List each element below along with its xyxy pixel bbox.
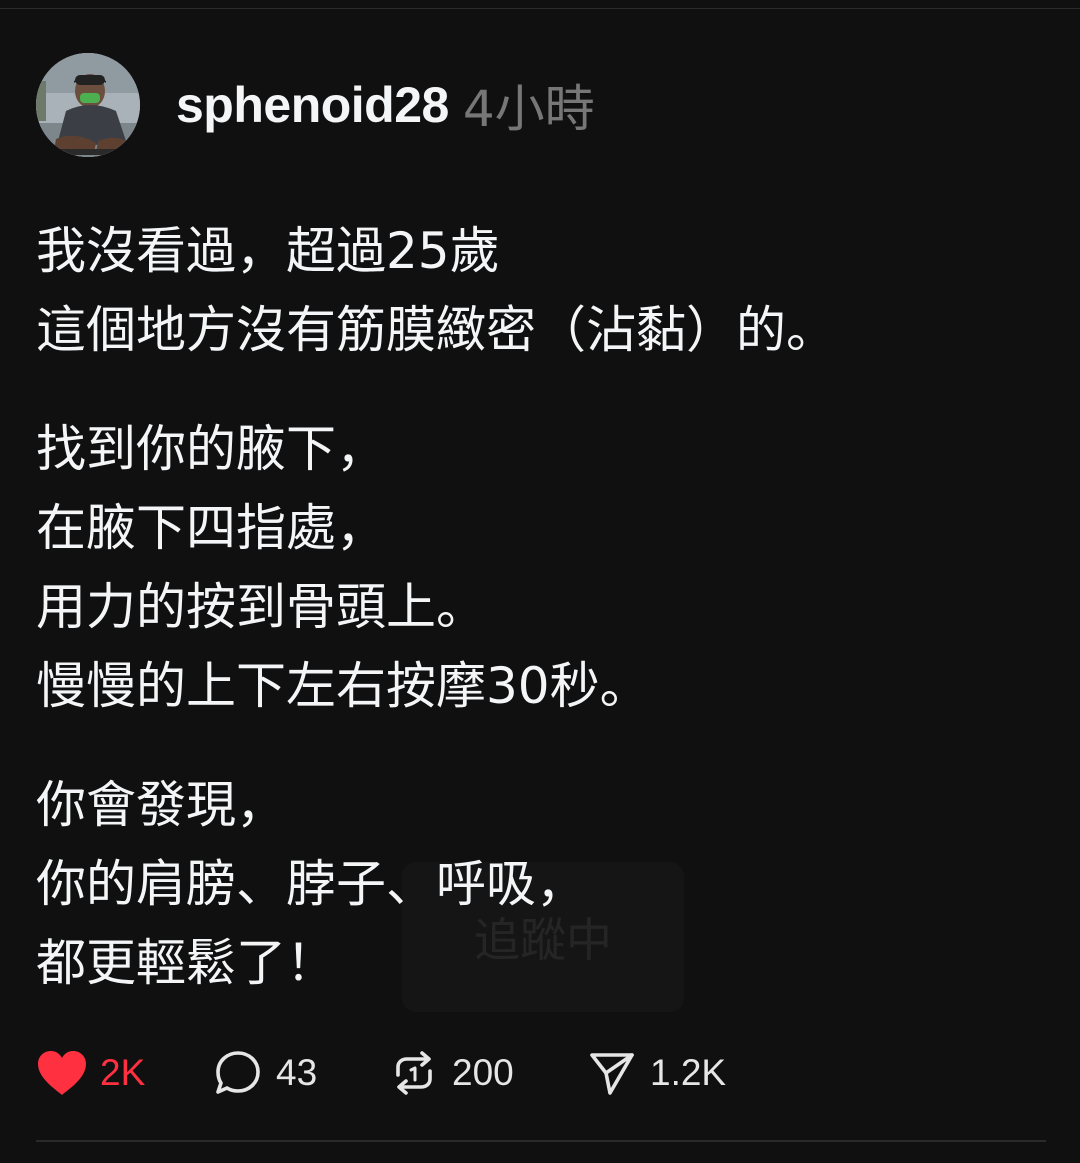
post-line: 在腋下四指處，	[36, 499, 386, 557]
like-button[interactable]: 2K	[36, 1049, 214, 1097]
post-paragraph: 我沒看過，超過25歲 這個地方沒有筋膜緻密（沾黏）的。	[36, 212, 1046, 370]
post-line: 這個地方沒有筋膜緻密（沾黏）的。	[36, 301, 836, 359]
share-count: 1.2K	[650, 1052, 727, 1093]
repost-icon	[396, 1051, 432, 1095]
like-count: 2K	[100, 1052, 146, 1093]
comment-bubble-icon	[216, 1051, 260, 1094]
heart-icon	[38, 1051, 86, 1095]
avatar[interactable]	[36, 53, 140, 157]
following-toast: 追蹤中	[402, 862, 684, 1012]
post-line: 慢慢的上下左右按摩30秒。	[36, 657, 650, 715]
post-line: 你會發現，	[36, 776, 286, 834]
bottom-divider	[36, 1140, 1046, 1142]
post-line: 我沒看過，超過25歲	[36, 222, 500, 280]
post-line: 找到你的腋下，	[36, 420, 386, 478]
send-icon	[590, 1053, 634, 1095]
repost-button[interactable]: 200	[390, 1049, 588, 1097]
post-actions: 2K 43 200 1.2K	[36, 1045, 726, 1101]
avatar-photo	[36, 53, 140, 157]
post-line: 用力的按到骨頭上。	[36, 578, 486, 636]
post-header: sphenoid28 4小時	[36, 53, 595, 157]
reply-button[interactable]: 43	[214, 1049, 390, 1097]
reply-count: 43	[276, 1052, 318, 1093]
share-button[interactable]: 1.2K	[588, 1049, 726, 1097]
post-paragraph: 找到你的腋下， 在腋下四指處， 用力的按到骨頭上。 慢慢的上下左右按摩30秒。	[36, 410, 1046, 726]
repost-count: 200	[452, 1052, 514, 1093]
username[interactable]: sphenoid28	[176, 76, 449, 134]
post-timestamp: 4小時	[462, 80, 595, 138]
top-divider	[0, 8, 1080, 9]
